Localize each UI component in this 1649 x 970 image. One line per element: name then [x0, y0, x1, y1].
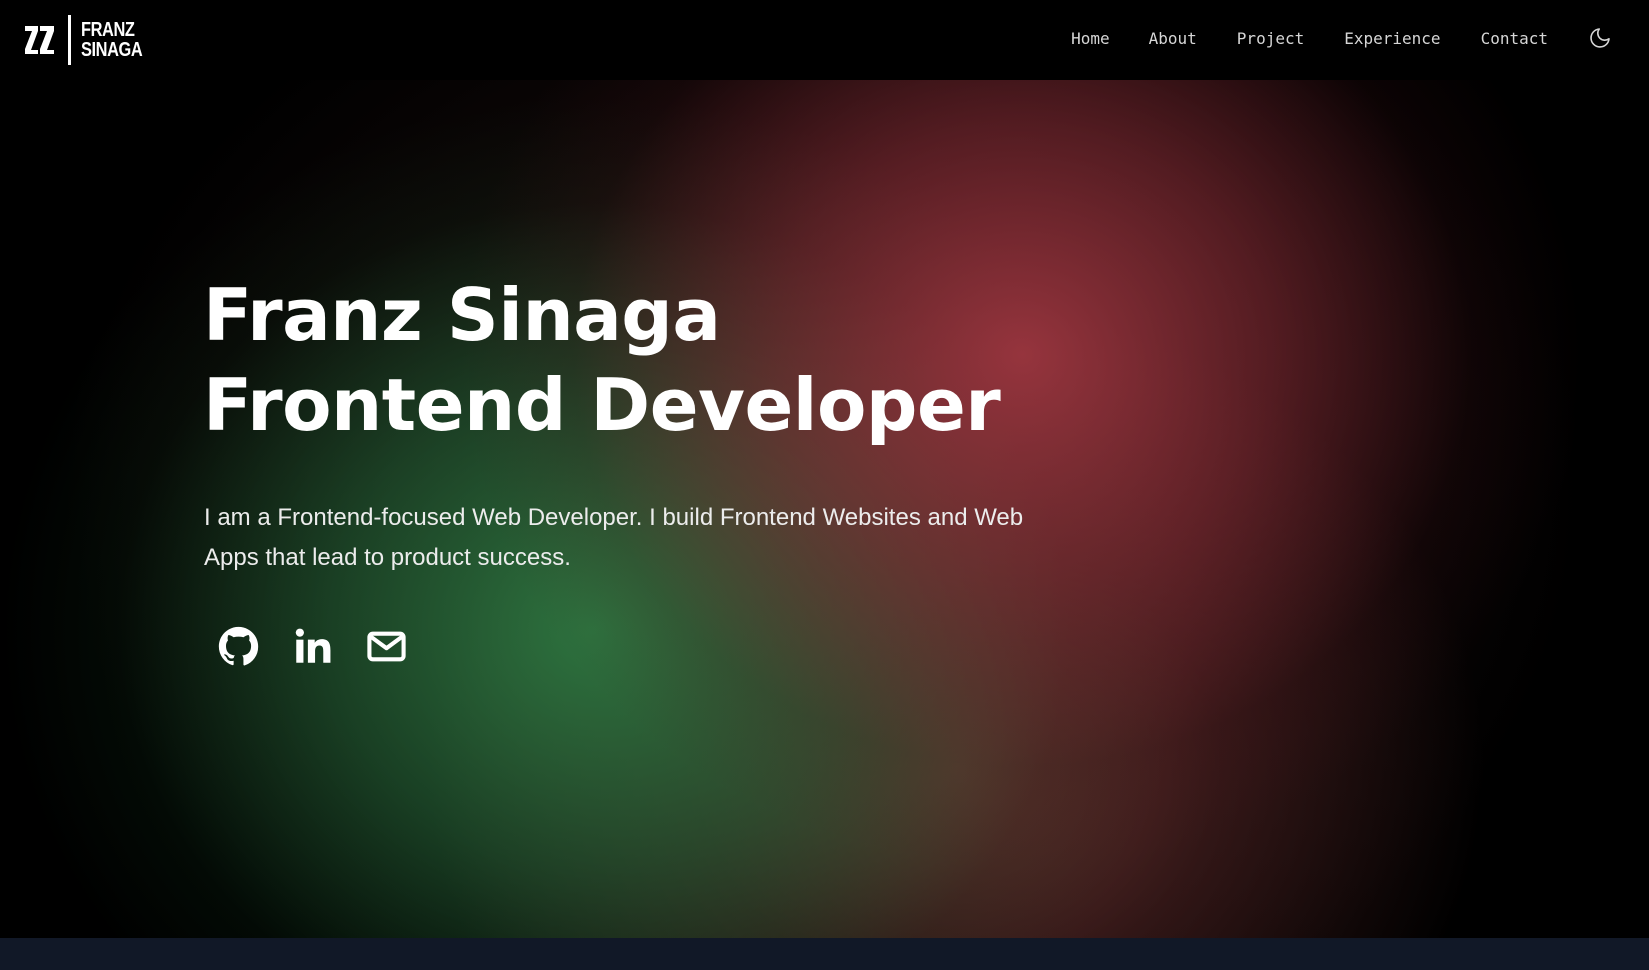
linkedin-icon[interactable] [292, 626, 333, 667]
nav-about[interactable]: About [1149, 29, 1197, 48]
nav-experience[interactable]: Experience [1344, 29, 1440, 48]
moon-icon[interactable] [1588, 26, 1612, 50]
site-logo[interactable]: FRANZ SINAGA [24, 14, 156, 66]
social-links [218, 626, 407, 667]
nav-home[interactable]: Home [1071, 29, 1110, 48]
logo-line-1: FRANZ [81, 19, 135, 41]
hero-section: Franz Sinaga Frontend Developer I am a F… [0, 80, 1649, 938]
site-header: FRANZ SINAGA Home About Project Experien… [0, 0, 1649, 80]
logo-divider [68, 15, 71, 65]
logo-wordmark: FRANZ SINAGA [81, 19, 143, 61]
hero-role: Frontend Developer [203, 363, 1001, 447]
nav-project[interactable]: Project [1237, 29, 1304, 48]
nav-contact[interactable]: Contact [1481, 29, 1548, 48]
zz-monogram-icon [25, 26, 54, 54]
next-section-edge [0, 938, 1649, 970]
hero-description: I am a Frontend-focused Web Developer. I… [204, 504, 1024, 571]
github-icon[interactable] [218, 626, 259, 667]
mail-icon[interactable] [366, 626, 407, 667]
logo-line-2: SINAGA [81, 39, 143, 61]
hero-title: Franz Sinaga Frontend Developer [203, 270, 1203, 450]
hero-name: Franz Sinaga [203, 273, 721, 357]
main-nav: Home About Project Experience Contact [1071, 0, 1649, 76]
